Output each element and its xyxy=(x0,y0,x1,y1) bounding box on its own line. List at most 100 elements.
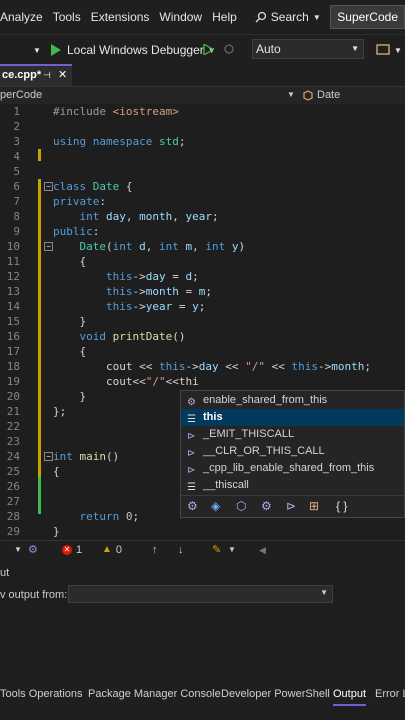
member-scope-dropdown[interactable]: Date xyxy=(302,87,340,103)
code-line[interactable]: 9 public: xyxy=(0,224,405,239)
project-scope-dropdown[interactable]: perCode xyxy=(0,87,42,103)
menu-window[interactable]: Window xyxy=(159,10,212,24)
arrow-down-icon[interactable]: ↓ xyxy=(178,541,184,559)
chevron-down-icon[interactable]: ▼ xyxy=(287,87,295,103)
macro-icon: ⊳ xyxy=(187,448,196,459)
editor-status-strip: ▼ ⚙ ✕ 1 ▲ 0 ↑ ↓ ✎ ▼ ◀ xyxy=(0,540,405,559)
line-number: 18 xyxy=(6,360,20,373)
error-count[interactable]: ✕ 1 xyxy=(62,541,82,559)
menu-help[interactable]: Help xyxy=(212,10,247,24)
collapse-icon[interactable]: − xyxy=(44,452,53,461)
completion-label: this xyxy=(203,411,223,423)
folder-icon[interactable] xyxy=(376,43,390,55)
completion-item[interactable]: ⊳ __CLR_OR_THIS_CALL xyxy=(181,443,404,460)
line-number: 17 xyxy=(6,345,20,358)
line-number: 26 xyxy=(6,480,20,493)
code-text: this->month = m; xyxy=(105,285,212,298)
line-number: 6 xyxy=(13,180,20,193)
code-line[interactable]: 7 private: xyxy=(0,194,405,209)
start-debugger-button[interactable]: Local Windows Debugger ▼ xyxy=(50,43,216,57)
output-title: ut xyxy=(0,567,10,579)
completion-label: __thiscall xyxy=(203,479,249,491)
code-line[interactable]: 15 } xyxy=(0,314,405,329)
output-source-label: v output from: xyxy=(0,589,68,601)
filter-braces-icon[interactable]: { } xyxy=(336,499,347,513)
chevron-down-icon[interactable]: ▼ xyxy=(394,46,402,55)
code-line[interactable]: 29} xyxy=(0,524,405,539)
close-icon[interactable]: ✕ xyxy=(58,66,67,84)
tab-developer-powershell[interactable]: Developer PowerShell xyxy=(221,684,330,704)
solution-name-badge[interactable]: SuperCode xyxy=(330,5,405,29)
config-dropdown[interactable]: Auto ▼ xyxy=(252,39,364,59)
code-line[interactable]: 1 #include <iostream> xyxy=(0,104,405,119)
completion-item[interactable]: ⊳ _EMIT_THISCALL xyxy=(181,426,404,443)
code-line[interactable]: 10 Date(int d, int m, int y) xyxy=(0,239,405,254)
code-line[interactable]: 19 cout<<"/"<<thi xyxy=(0,374,405,389)
class-icon xyxy=(303,89,313,101)
code-line[interactable]: 2 xyxy=(0,119,405,134)
collapse-icon[interactable]: − xyxy=(44,242,53,251)
filter-function-icon[interactable]: ⚙ xyxy=(261,499,272,513)
output-source-dropdown[interactable]: ▼ xyxy=(68,585,333,603)
code-line[interactable]: 5 xyxy=(0,164,405,179)
hot-reload-icon[interactable] xyxy=(223,43,235,55)
code-text: }; xyxy=(53,405,67,418)
menu-analyze[interactable]: Analyze xyxy=(0,10,53,24)
tab-output[interactable]: Output xyxy=(333,684,367,706)
filter-namespace-icon[interactable]: ⊞ xyxy=(309,499,319,513)
tool-window-tabs: Tools Operations Package Manager Console… xyxy=(0,684,405,706)
code-line[interactable]: 6 class Date { xyxy=(0,179,405,194)
line-number: 10 xyxy=(6,240,20,253)
line-number: 19 xyxy=(6,375,20,388)
tab-tools-operations[interactable]: Tools Operations xyxy=(0,684,83,704)
line-number: 13 xyxy=(6,285,20,298)
line-number: 1 xyxy=(13,105,20,118)
warning-count[interactable]: ▲ 0 xyxy=(102,541,122,559)
code-line[interactable]: 3 using namespace std; xyxy=(0,134,405,149)
code-line[interactable]: 16 void printDate() xyxy=(0,329,405,344)
output-text-area[interactable] xyxy=(0,610,405,680)
tab-error-list[interactable]: Error L xyxy=(375,684,405,704)
scroll-left-icon[interactable]: ◀ xyxy=(259,541,266,559)
zoom-dropdown[interactable]: ▼ xyxy=(14,541,22,559)
pin-icon[interactable]: ⊣ xyxy=(43,66,51,84)
completion-item-selected[interactable]: ☰ this xyxy=(181,409,404,426)
code-text: void printDate() xyxy=(79,330,186,343)
code-line[interactable]: 14 this->year = y; xyxy=(0,299,405,314)
intellisense-popup: ⚙ enable_shared_from_this ☰ this ⊳ _EMIT… xyxy=(180,390,405,518)
collapse-icon[interactable]: − xyxy=(44,182,53,191)
code-line[interactable]: 17 { xyxy=(0,344,405,359)
code-text: return 0; xyxy=(79,510,140,523)
completion-item[interactable]: ⚙ enable_shared_from_this xyxy=(181,392,404,409)
tab-source-file[interactable]: ce.cpp* ⊣ ✕ xyxy=(0,64,72,86)
code-line[interactable]: 12 this->day = d; xyxy=(0,269,405,284)
code-text: { xyxy=(53,345,87,358)
filter-template-icon[interactable]: ⚙ xyxy=(187,499,198,513)
line-number: 7 xyxy=(13,195,20,208)
completion-item[interactable]: ⊳ _cpp_lib_enable_shared_from_this xyxy=(181,460,404,477)
filter-class-icon[interactable]: ◈ xyxy=(211,499,220,513)
filter-macro-icon[interactable]: ⊳ xyxy=(286,499,296,513)
chevron-down-icon[interactable]: ▼ xyxy=(228,541,236,559)
code-text: { xyxy=(53,255,87,268)
start-without-debugging-icon[interactable] xyxy=(203,44,214,55)
ai-icon[interactable]: ⚙ xyxy=(28,541,38,559)
filter-struct-icon[interactable]: ⬡ xyxy=(236,499,246,513)
cleanup-icon[interactable]: ✎ xyxy=(212,541,221,559)
line-number: 24 xyxy=(6,450,20,463)
arrow-up-icon[interactable]: ↑ xyxy=(152,541,158,559)
code-text: private: xyxy=(53,195,106,208)
menu-extensions[interactable]: Extensions xyxy=(91,10,160,24)
code-text: this->year = y; xyxy=(105,300,206,313)
tab-package-manager-console[interactable]: Package Manager Console xyxy=(88,684,221,704)
code-line[interactable]: 18 cout << this->day << "/" << this->mon… xyxy=(0,359,405,374)
code-text: } xyxy=(53,390,87,403)
code-line[interactable]: 8 int day, month, year; xyxy=(0,209,405,224)
code-line[interactable]: 13 this->month = m; xyxy=(0,284,405,299)
code-line[interactable]: 11 { xyxy=(0,254,405,269)
menu-tools[interactable]: Tools xyxy=(53,10,91,24)
completion-item[interactable]: ☰ __thiscall xyxy=(181,477,404,494)
search-box[interactable]: Search ▼ xyxy=(255,10,321,24)
chevron-down-icon[interactable]: ▼ xyxy=(33,46,41,55)
code-line[interactable]: 4 xyxy=(0,149,405,164)
